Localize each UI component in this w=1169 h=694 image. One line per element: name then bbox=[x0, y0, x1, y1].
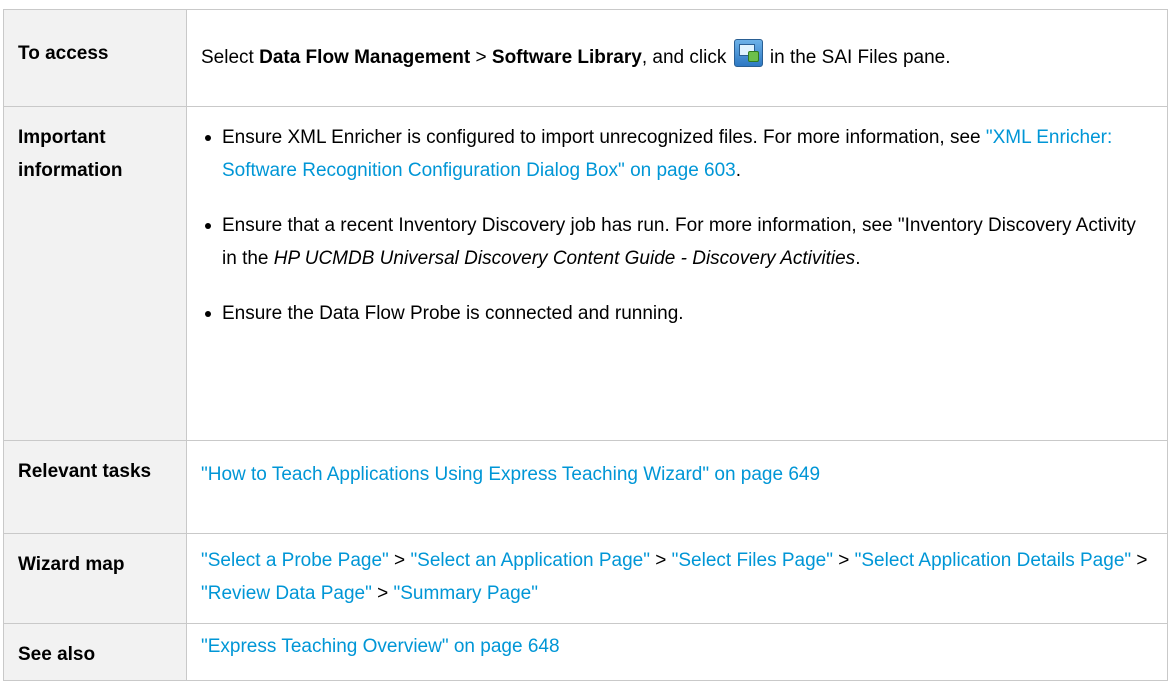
row-label: See also bbox=[3, 623, 187, 681]
row-label: To access bbox=[3, 9, 187, 107]
text: Select bbox=[201, 47, 260, 68]
row-wizard-map: Wizard map "Select a Probe Page" > "Sele… bbox=[3, 533, 1168, 624]
wizard-link-review[interactable]: "Review Data Page" bbox=[201, 583, 372, 604]
row-important-information: Important information Ensure XML Enriche… bbox=[3, 106, 1168, 441]
row-content: "Express Teaching Overview" on page 648 bbox=[186, 623, 1168, 681]
row-label: Wizard map bbox=[3, 533, 187, 624]
bold-text: Data Flow Management bbox=[259, 47, 471, 68]
separator: > bbox=[371, 583, 394, 604]
bullet-item: Ensure XML Enricher is configured to imp… bbox=[201, 121, 1155, 187]
bullet-item: Ensure that a recent Inventory Discovery… bbox=[201, 209, 1155, 275]
text: , and click bbox=[641, 47, 732, 68]
row-content: "Select a Probe Page" > "Select an Appli… bbox=[186, 533, 1168, 624]
wizard-link-files[interactable]: "Select Files Page" bbox=[672, 550, 833, 571]
row-content: "How to Teach Applications Using Express… bbox=[186, 440, 1168, 534]
express-teaching-overview-link[interactable]: "Express Teaching Overview" on page 648 bbox=[201, 636, 560, 657]
separator: > bbox=[1131, 550, 1148, 571]
separator: > bbox=[649, 550, 672, 571]
row-to-access: To access Select Data Flow Management > … bbox=[3, 9, 1168, 107]
text: in the SAI Files pane. bbox=[764, 47, 951, 68]
bullet-list: Ensure XML Enricher is configured to imp… bbox=[201, 121, 1155, 330]
row-content: Ensure XML Enricher is configured to imp… bbox=[186, 106, 1168, 441]
bullet-item: Ensure the Data Flow Probe is connected … bbox=[201, 297, 1155, 330]
wizard-link-probe[interactable]: "Select a Probe Page" bbox=[201, 550, 389, 571]
row-content: Select Data Flow Management > Software L… bbox=[186, 9, 1168, 107]
italic-title: HP UCMDB Universal Discovery Content Gui… bbox=[273, 248, 856, 269]
wizard-link-app-details[interactable]: "Select Application Details Page" bbox=[855, 550, 1131, 571]
separator: > bbox=[388, 550, 411, 571]
separator: > bbox=[470, 47, 492, 68]
bold-text: Software Library bbox=[491, 47, 642, 68]
separator: > bbox=[832, 550, 855, 571]
wizard-link-summary[interactable]: "Summary Page" bbox=[394, 583, 538, 604]
row-label: Relevant tasks bbox=[3, 440, 187, 534]
add-sai-file-icon bbox=[733, 39, 763, 67]
row-label: Important information bbox=[3, 106, 187, 441]
wizard-link-application[interactable]: "Select an Application Page" bbox=[410, 550, 650, 571]
row-see-also: See also "Express Teaching Overview" on … bbox=[3, 623, 1168, 681]
row-relevant-tasks: Relevant tasks "How to Teach Application… bbox=[3, 440, 1168, 534]
how-to-teach-link[interactable]: "How to Teach Applications Using Express… bbox=[201, 464, 820, 485]
info-table: To access Select Data Flow Management > … bbox=[3, 9, 1168, 681]
